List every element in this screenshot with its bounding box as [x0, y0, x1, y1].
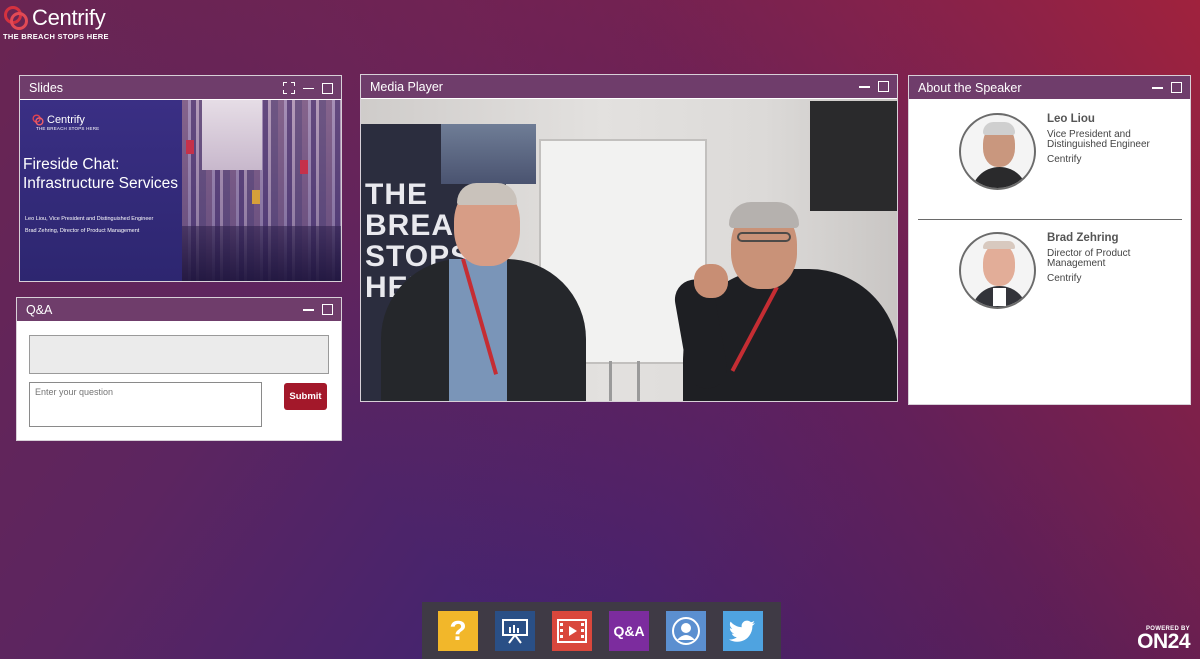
slide-logo-icon — [32, 114, 44, 126]
help-icon: ? — [449, 614, 467, 646]
slide-presenter-1: Leo Liou, Vice President and Distinguish… — [25, 216, 154, 222]
speaker-title: Director of Product Management — [1047, 248, 1131, 269]
media-player-panel: Media Player THEBREACHSTOPSHERE — [360, 74, 898, 402]
media-player-icon — [557, 618, 587, 643]
on24-wordmark: ON24 — [1137, 630, 1190, 653]
video-tv-screen — [810, 101, 897, 211]
twitter-button[interactable] — [723, 610, 763, 651]
slide-heading-line1: Fireside Chat: — [23, 156, 120, 173]
slide-text-area: Centrify THE BREACH STOPS HERE Fireside … — [20, 100, 182, 281]
avatar — [959, 232, 1036, 309]
about-speaker-header[interactable]: About the Speaker — [909, 76, 1190, 100]
slide-logo-tag: THE BREACH STOPS HERE — [36, 126, 100, 131]
speaker-card: Brad Zehring Director of Product Managem… — [909, 220, 1190, 340]
centrify-logo: Centrify THE BREACH STOPS HERE — [3, 5, 109, 41]
media-player-header[interactable]: Media Player — [361, 75, 897, 99]
qa-messages-area — [29, 335, 329, 374]
logo-tagline: THE BREACH STOPS HERE — [3, 32, 109, 41]
minimize-icon[interactable] — [1152, 82, 1163, 93]
qa-button[interactable]: Q&A — [609, 610, 649, 651]
slides-icon — [502, 618, 528, 644]
video-frame[interactable]: THEBREACHSTOPSHERE — [361, 99, 897, 401]
help-button[interactable]: ? — [438, 610, 478, 651]
widget-toolbar: ? Q&A — [422, 602, 781, 659]
qa-icon: Q&A — [613, 622, 645, 639]
maximize-icon[interactable] — [878, 81, 889, 92]
speaker-company: Centrify — [1047, 154, 1082, 165]
speaker-name: Brad Zehring — [1047, 232, 1119, 244]
maximize-icon[interactable] — [1171, 82, 1182, 93]
maximize-icon[interactable] — [322, 82, 333, 94]
about-speaker-panel: About the Speaker Leo Liou Vice Presiden… — [908, 75, 1191, 405]
speaker-company: Centrify — [1047, 273, 1082, 284]
avatar — [959, 113, 1036, 190]
on24-logo: POWERED BY ON24 — [1137, 626, 1190, 652]
speaker-card: Leo Liou Vice President and Distinguishe… — [909, 100, 1190, 220]
twitter-icon — [729, 620, 755, 642]
speaker-title: Vice President and Distinguished Enginee… — [1047, 129, 1150, 150]
minimize-icon[interactable] — [859, 81, 870, 92]
slide-presenter-2: Brad Zehring, Director of Product Manage… — [25, 228, 140, 234]
slide-view: Centrify THE BREACH STOPS HERE Fireside … — [20, 100, 341, 281]
speaker-icon — [672, 616, 700, 645]
minimize-icon[interactable] — [303, 304, 314, 315]
fullscreen-icon[interactable] — [283, 82, 295, 94]
maximize-icon[interactable] — [322, 304, 333, 315]
centrify-mark-icon — [4, 6, 28, 30]
logo-wordmark: Centrify — [32, 5, 106, 30]
slides-panel: Slides Centrify THE BREACH STOPS HERE Fi… — [19, 75, 342, 282]
minimize-icon[interactable] — [303, 83, 314, 94]
slide-city-photo — [182, 100, 341, 281]
question-input[interactable] — [29, 382, 262, 427]
slides-button[interactable] — [495, 610, 535, 651]
speaker-name: Leo Liou — [1047, 113, 1095, 125]
slide-logo-text: Centrify — [47, 114, 85, 126]
media-player-title: Media Player — [370, 80, 443, 94]
slides-panel-title: Slides — [29, 81, 64, 95]
slide-heading-line2: Infrastructure Services — [23, 175, 179, 192]
qa-panel-title: Q&A — [26, 303, 53, 317]
media-player-button[interactable] — [552, 610, 592, 651]
slides-panel-header[interactable]: Slides — [20, 76, 341, 100]
about-speaker-title: About the Speaker — [918, 81, 1022, 95]
qa-panel: Q&A Submit — [16, 297, 342, 441]
qa-panel-header[interactable]: Q&A — [17, 298, 341, 322]
submit-button[interactable]: Submit — [284, 383, 327, 410]
speaker-button[interactable] — [666, 610, 706, 651]
